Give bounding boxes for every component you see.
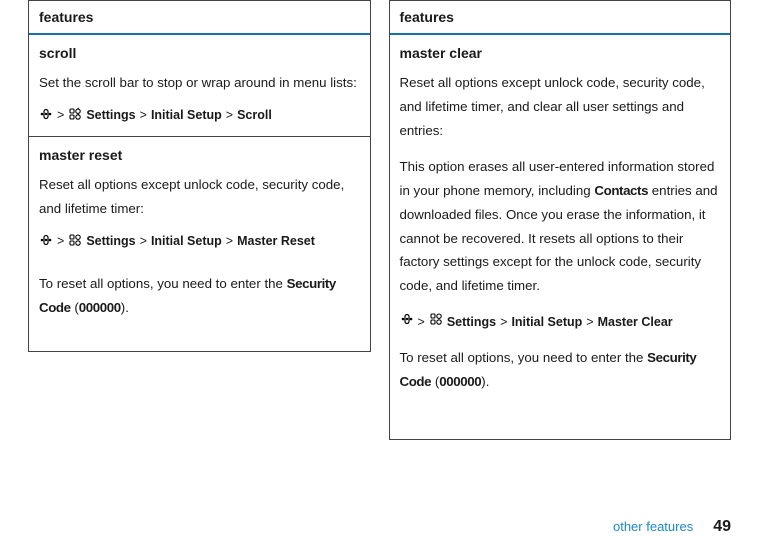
footer-section-label: other features bbox=[613, 519, 693, 534]
settings-icon bbox=[68, 233, 82, 250]
path-gt: > bbox=[57, 234, 64, 248]
left-header: features bbox=[29, 1, 370, 35]
path-initial-setup: Initial Setup bbox=[151, 234, 222, 248]
path-initial-setup: Initial Setup bbox=[511, 311, 582, 334]
after-suffix: ). bbox=[481, 374, 489, 389]
center-key-icon bbox=[39, 233, 53, 250]
section-scroll-title: scroll bbox=[29, 35, 370, 61]
section-master-reset-body: Reset all options except unlock code, se… bbox=[29, 163, 370, 233]
path-master-reset: Master Reset bbox=[237, 234, 315, 248]
security-code-value: 000000 bbox=[79, 300, 121, 315]
after-suffix: ). bbox=[121, 300, 129, 315]
path-gt: > bbox=[57, 108, 64, 122]
section-master-reset-after: To reset all options, you need to enter … bbox=[29, 262, 370, 332]
footer-page-number: 49 bbox=[713, 518, 731, 536]
path-gt: > bbox=[140, 108, 147, 122]
after-prefix: To reset all options, you need to enter … bbox=[39, 276, 287, 291]
section-master-clear-body1: Reset all options except unlock code, se… bbox=[390, 61, 731, 155]
section-master-clear-after: To reset all options, you need to enter … bbox=[390, 346, 731, 406]
section-master-clear-path: > Settings > Initial Setup > Master Clea… bbox=[400, 311, 673, 334]
right-column: features master clear Reset all options … bbox=[389, 0, 732, 440]
section-scroll-path: > Settings > Initial Setup > Scroll bbox=[29, 107, 370, 136]
path-gt: > bbox=[586, 311, 593, 334]
section-master-reset-path: > Settings > Initial Setup > Master Rese… bbox=[29, 233, 370, 262]
center-key-icon bbox=[39, 107, 53, 124]
center-key-icon bbox=[400, 311, 414, 334]
settings-icon bbox=[429, 311, 443, 334]
path-gt: > bbox=[140, 234, 147, 248]
right-header: features bbox=[390, 1, 731, 35]
section-master-clear: master clear Reset all options except un… bbox=[390, 35, 731, 406]
path-initial-setup: Initial Setup bbox=[151, 108, 222, 122]
after-mid: ( bbox=[71, 300, 79, 315]
section-master-reset: master reset Reset all options except un… bbox=[29, 137, 370, 332]
section-master-reset-title: master reset bbox=[29, 137, 370, 163]
path-scroll: Scroll bbox=[237, 108, 272, 122]
page-footer: other features 49 bbox=[613, 518, 731, 536]
after-prefix: To reset all options, you need to enter … bbox=[400, 350, 648, 365]
path-settings: Settings bbox=[86, 234, 135, 248]
section-master-clear-body2: This option erases all user-entered info… bbox=[390, 155, 731, 311]
left-column: features scroll Set the scroll bar to st… bbox=[28, 0, 371, 352]
path-gt: > bbox=[226, 108, 233, 122]
path-gt: > bbox=[226, 234, 233, 248]
section-scroll-body: Set the scroll bar to stop or wrap aroun… bbox=[29, 61, 370, 107]
section-master-clear-title: master clear bbox=[390, 35, 731, 61]
path-master-clear: Master Clear bbox=[598, 311, 673, 334]
contacts-label: Contacts bbox=[594, 183, 648, 198]
security-code-value: 000000 bbox=[439, 374, 481, 389]
section-scroll: scroll Set the scroll bar to stop or wra… bbox=[29, 35, 370, 137]
path-gt: > bbox=[418, 311, 425, 334]
path-settings: Settings bbox=[86, 108, 135, 122]
settings-icon bbox=[68, 107, 82, 124]
path-settings: Settings bbox=[447, 311, 496, 334]
path-gt: > bbox=[500, 311, 507, 334]
body2-post: entries and downloaded files. Once you e… bbox=[400, 183, 718, 294]
